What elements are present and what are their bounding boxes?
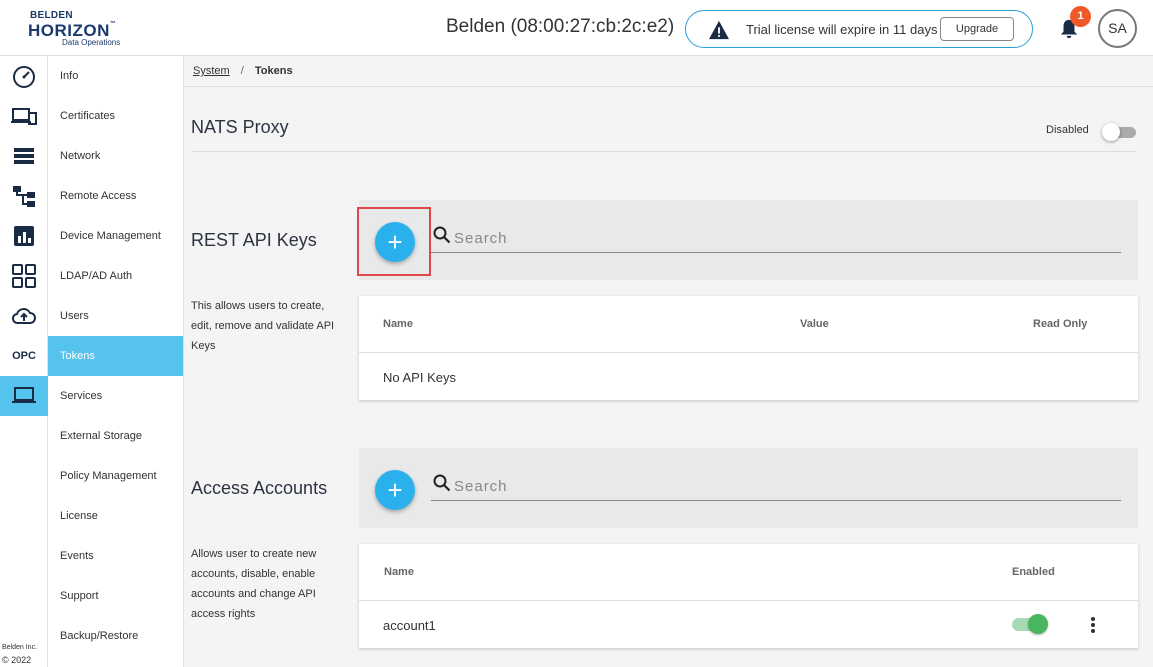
notification-count-badge: 1 [1070,6,1091,27]
rail-footer: Belden Inc. © 2022 [2,642,37,666]
belden-horizon-logo[interactable]: BELDEN HORIZON™ Data Operations [28,10,120,48]
subnav-item-remote-access[interactable]: Remote Access [48,176,183,216]
dashboard-icon [13,66,35,88]
subnav-item-external-storage[interactable]: External Storage [48,416,183,456]
hierarchy-icon [13,186,35,207]
subnav-item-backup-restore[interactable]: Backup/Restore [48,616,183,656]
nats-divider [191,151,1137,152]
system-subnav: Info Certificates Network Remote Access … [48,56,184,667]
cloud-upload-icon [11,308,36,324]
apps-grid-icon [12,264,36,288]
nats-proxy-toggle[interactable] [1100,123,1138,141]
nats-proxy-status-label: Disabled [1046,124,1089,136]
search-icon [433,226,451,244]
main-content: System / Tokens NATS Proxy Disabled REST… [184,56,1153,667]
account-enabled-toggle[interactable] [1012,613,1052,635]
rail-apps[interactable] [0,256,48,296]
table-header-divider [359,600,1138,601]
subnav-item-tokens[interactable]: Tokens [48,336,183,376]
access-accounts-search [431,470,1121,501]
trial-license-banner: Trial license will expire in 11 days Upg… [685,10,1033,48]
rail-hierarchy[interactable] [0,176,48,216]
column-header-name[interactable]: Name [383,318,413,330]
rest-api-toolbar: + [357,200,1138,280]
account-name: account1 [383,618,436,633]
subnav-item-license[interactable]: License [48,496,183,536]
column-header-name[interactable]: Name [384,566,414,578]
top-header: BELDEN HORIZON™ Data Operations Belden (… [0,0,1153,56]
access-accounts-toolbar: + [359,448,1138,528]
subnav-item-certificates[interactable]: Certificates [48,96,183,136]
footer-company: Belden Inc. [2,644,38,651]
rest-api-search [431,222,1121,253]
subnav-item-info[interactable]: Info [48,56,183,96]
column-header-value[interactable]: Value [800,318,829,330]
subnav-item-ldap-auth[interactable]: LDAP/AD Auth [48,256,183,296]
rest-api-keys-title: REST API Keys [191,230,317,250]
empty-table-message: No API Keys [383,370,456,385]
footer-year: © 2022 [2,655,32,665]
table-header-divider [359,352,1138,353]
access-accounts-description: Allows user to create new accounts, disa… [191,548,317,620]
rest-api-keys-description: This allows users to create, edit, remov… [191,300,335,352]
column-header-read-only[interactable]: Read Only [1033,318,1087,330]
user-avatar[interactable]: SA [1098,9,1137,48]
subnav-item-events[interactable]: Events [48,536,183,576]
trial-license-text: Trial license will expire in 11 days [746,22,938,37]
list-icon [14,148,34,164]
search-icon [433,474,451,492]
upgrade-button[interactable]: Upgrade [940,17,1014,41]
rest-api-search-input[interactable] [454,228,1114,248]
column-header-enabled[interactable]: Enabled [1012,566,1055,578]
rail-dashboard[interactable] [0,56,48,96]
nats-proxy-title: NATS Proxy [191,117,289,137]
subnav-item-services[interactable]: Services [48,376,183,416]
rail-list[interactable] [0,136,48,176]
rail-cloud[interactable] [0,296,48,336]
rail-devices[interactable] [0,96,48,136]
breadcrumb: System / Tokens [193,65,293,77]
subnav-item-network[interactable]: Network [48,136,183,176]
access-accounts-title: Access Accounts [191,478,328,498]
add-button-highlight [357,207,431,276]
toggle-knob [1028,614,1048,634]
opc-icon: OPC [12,350,36,362]
breadcrumb-separator: / [240,65,244,77]
device-title: Belden (08:00:27:cb:2c:e2) [446,16,675,37]
more-options-icon[interactable] [1087,615,1099,635]
api-keys-table: Name Value Read Only No API Keys [359,296,1138,400]
laptop-icon [12,387,36,403]
subnav-item-device-management[interactable]: Device Management [48,216,183,256]
add-account-button[interactable]: + [375,470,415,510]
toggle-knob [1102,123,1120,141]
access-accounts-search-input[interactable] [454,476,1114,496]
breadcrumb-divider [184,86,1153,87]
rail-opc[interactable]: OPC [0,336,48,376]
breadcrumb-current: Tokens [254,65,293,77]
rail-system[interactable] [0,376,48,416]
breadcrumb-system-link[interactable]: System [193,65,230,77]
warning-icon [709,20,729,40]
access-accounts-table: Name Enabled account1 [359,544,1138,648]
icon-rail: OPC Belden Inc. © 2022 [0,56,48,667]
subnav-item-users[interactable]: Users [48,296,183,336]
subnav-item-policy-management[interactable]: Policy Management [48,456,183,496]
rail-analytics[interactable] [0,216,48,256]
subnav-item-support[interactable]: Support [48,576,183,616]
analytics-icon [14,226,34,246]
devices-icon [11,108,37,125]
